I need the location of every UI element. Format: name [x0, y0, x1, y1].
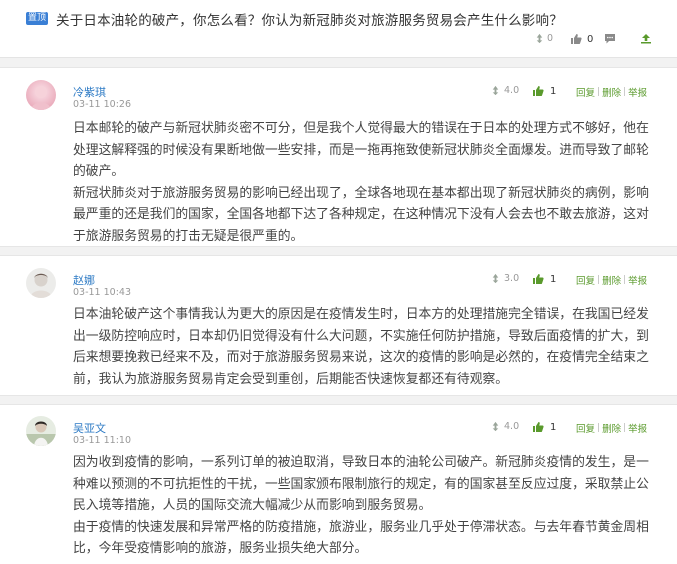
divider: |	[597, 423, 601, 433]
delete-link[interactable]: 删除	[602, 85, 621, 99]
avatar[interactable]	[26, 268, 56, 298]
divider: |	[623, 275, 627, 285]
comment-paragraph: 由于疫情的快速发展和异常严格的防疫措施，旅游业，服务业几乎处于停滞状态。与去年春…	[73, 519, 649, 557]
thumbs-up-icon	[570, 33, 582, 45]
comment-actions: 4.0 1 回复 | 删除 | 举报	[490, 421, 670, 435]
report-link[interactable]: 举报	[628, 273, 647, 287]
topic-score[interactable]: 0	[534, 33, 553, 44]
topic-actions: 0 0	[520, 33, 670, 47]
like-button[interactable]: 1	[532, 273, 556, 285]
score-icon	[490, 85, 501, 96]
comment-links: 回复 | 删除 | 举报	[576, 421, 647, 435]
avatar[interactable]	[26, 80, 56, 110]
comment-paragraph: 因为收到疫情的影响，一系列订单的被迫取消，导致日本的油轮公司破产。新冠肺炎疫情的…	[73, 455, 649, 514]
timestamp: 03-11 10:43	[73, 287, 132, 298]
score-icon	[490, 273, 501, 284]
comment-body: 因为收到疫情的影响，一系列订单的被迫取消，导致日本的油轮公司破产。新冠肺炎疫情的…	[73, 452, 661, 560]
timestamp: 03-11 11:10	[73, 435, 132, 446]
comment-links: 回复 | 删除 | 举报	[576, 85, 647, 99]
topic-like-button[interactable]: 0	[570, 33, 593, 45]
arrow-up-icon	[640, 33, 652, 44]
reply-link[interactable]: 回复	[576, 273, 595, 287]
topic-header: 置顶 关于日本油轮的破产，你怎么看？你认为新冠肺炎对旅游服务贸易会产生什么影响？…	[0, 0, 677, 58]
like-button[interactable]: 1	[532, 85, 556, 97]
comment-icon	[604, 33, 616, 44]
timestamp: 03-11 10:26	[73, 99, 132, 110]
topic-top-button[interactable]	[640, 33, 652, 44]
comment-paragraph: 日本邮轮的破产与新冠状肺炎密不可分，但是我个人觉得最大的错误在于日本的处理方式不…	[73, 121, 649, 180]
comment-links: 回复 | 删除 | 举报	[576, 273, 647, 287]
score[interactable]: 4.0	[490, 85, 519, 96]
divider: |	[623, 423, 627, 433]
comment-card: 冷紫琪 03-11 10:26 4.0 1 回复 | 删除 | 举报 日本邮轮的…	[0, 67, 677, 247]
pinned-badge: 置顶	[26, 12, 48, 25]
comment-body: 日本邮轮的破产与新冠状肺炎密不可分，但是我个人觉得最大的错误在于日本的处理方式不…	[73, 118, 661, 248]
reply-link[interactable]: 回复	[576, 421, 595, 435]
topic-title: 关于日本油轮的破产，你怎么看？你认为新冠肺炎对旅游服务贸易会产生什么影响？	[56, 13, 563, 29]
divider: |	[597, 87, 601, 97]
comment-card: 吴亚文 03-11 11:10 4.0 1 回复 | 删除 | 举报 因为收到疫…	[0, 404, 677, 564]
like-button[interactable]: 1	[532, 421, 556, 433]
report-link[interactable]: 举报	[628, 85, 647, 99]
divider: |	[597, 275, 601, 285]
avatar[interactable]	[26, 416, 56, 446]
topic-comment-button[interactable]	[604, 33, 616, 44]
username[interactable]: 冷紫琪	[73, 84, 106, 100]
delete-link[interactable]: 删除	[602, 273, 621, 287]
score-icon	[534, 33, 545, 44]
comment-actions: 3.0 1 回复 | 删除 | 举报	[490, 273, 670, 287]
score[interactable]: 3.0	[490, 273, 519, 284]
username[interactable]: 吴亚文	[73, 420, 106, 436]
thumbs-up-icon	[532, 273, 544, 285]
score[interactable]: 4.0	[490, 421, 519, 432]
score-icon	[490, 421, 501, 432]
comment-paragraph: 新冠状肺炎对于旅游服务贸易的影响已经出现了，全球各地现在基本都出现了新冠状肺炎的…	[73, 185, 649, 244]
comment-body: 日本油轮破产这个事情我认为更大的原因是在疫情发生时，日本方的处理措施完全错误，在…	[73, 304, 661, 390]
report-link[interactable]: 举报	[628, 421, 647, 435]
username[interactable]: 赵娜	[73, 272, 95, 288]
delete-link[interactable]: 删除	[602, 421, 621, 435]
comment-paragraph: 日本油轮破产这个事情我认为更大的原因是在疫情发生时，日本方的处理措施完全错误，在…	[73, 307, 649, 387]
comment-actions: 4.0 1 回复 | 删除 | 举报	[490, 85, 670, 99]
comment-card: 赵娜 03-11 10:43 3.0 1 回复 | 删除 | 举报 日本油轮破产…	[0, 255, 677, 396]
reply-link[interactable]: 回复	[576, 85, 595, 99]
thumbs-up-icon	[532, 85, 544, 97]
divider: |	[623, 87, 627, 97]
thumbs-up-icon	[532, 421, 544, 433]
